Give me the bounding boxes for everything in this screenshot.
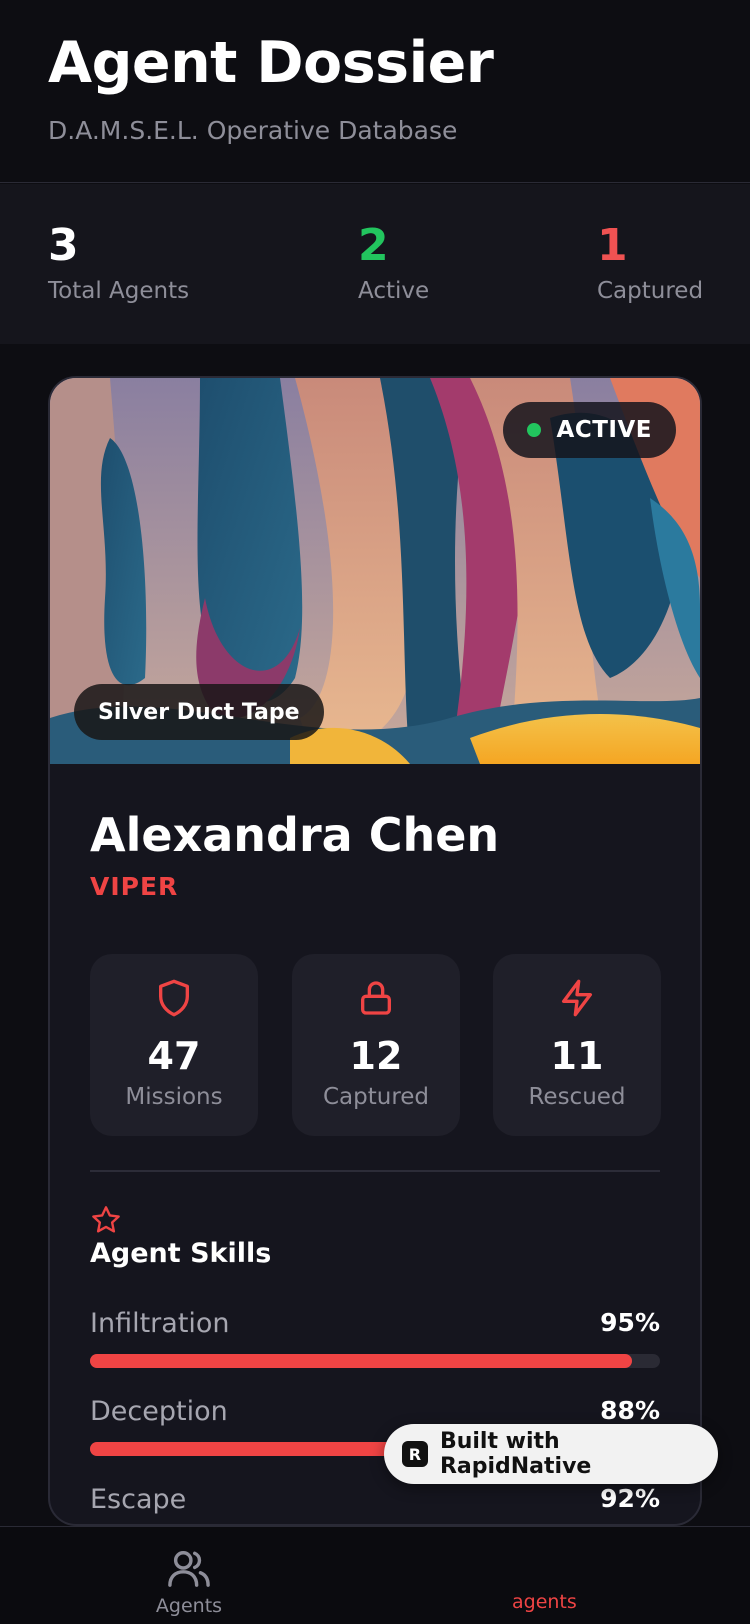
metric-missions: 47 Missions [90,954,258,1136]
metric-label: Missions [125,1084,223,1110]
stat-value: 1 [597,220,628,271]
lightning-icon [562,979,592,1017]
status-badge: ACTIVE [502,402,676,458]
status-text: ACTIVE [556,417,652,443]
stat-active: 2 Active [358,220,430,305]
metric-label: Captured [322,1084,430,1110]
skill-percent: 95% [600,1308,660,1337]
tab-agents[interactable]: Agents [144,1547,234,1617]
rapidnative-logo-icon: R [402,1441,428,1467]
star-icon [92,1206,120,1233]
stat-label: Total Agents [48,278,190,304]
skills-title: Agent Skills [90,1238,272,1269]
divider [90,1170,660,1172]
bottom-tab-bar: Agents agents [0,1526,750,1624]
built-with-badge[interactable]: R Built with RapidNative [384,1424,718,1484]
metric-value: 11 [550,1034,604,1078]
users-icon [168,1551,210,1587]
skill-percent: 88% [600,1396,660,1425]
stat-total-agents: 3 Total Agents [48,220,190,305]
page-subtitle: D.A.M.S.E.L. Operative Database [48,116,458,145]
summary-stats: 3 Total Agents 2 Active 1 Captured [0,184,750,344]
skill-name: Infiltration [90,1308,230,1339]
agent-image: ACTIVE Silver Duct Tape [50,378,700,764]
shield-icon [159,979,189,1017]
stat-label: Active [358,278,430,304]
weapon-tag: Silver Duct Tape [74,684,324,740]
stat-value: 3 [48,220,79,271]
tab-label: Agents [155,1595,223,1617]
metric-value: 47 [147,1034,201,1078]
tab-active-agents[interactable]: agents [512,1591,577,1613]
metric-value: 12 [349,1034,403,1078]
agent-card[interactable]: ACTIVE Silver Duct Tape Alexandra Chen V… [48,376,702,1526]
skill-name: Deception [90,1396,228,1427]
stat-value: 2 [358,220,389,271]
page-title: Agent Dossier [48,30,494,96]
metric-captured: 12 Captured [292,954,460,1136]
stat-label: Captured [597,278,704,304]
skill-bar-fill [90,1354,632,1368]
stat-captured: 1 Captured [597,220,704,305]
lock-icon [361,981,391,1015]
skill-name: Escape [90,1484,187,1515]
metric-rescued: 11 Rescued [493,954,661,1136]
header: Agent Dossier D.A.M.S.E.L. Operative Dat… [0,0,750,183]
metric-label: Rescued [528,1084,626,1110]
skill-percent: 92% [600,1484,660,1513]
agent-name: Alexandra Chen [90,808,500,862]
badge-text: Built with RapidNative [439,1429,592,1479]
agent-codename: VIPER [90,872,179,901]
skill-bar-track [90,1354,660,1368]
status-dot-icon [526,423,541,437]
